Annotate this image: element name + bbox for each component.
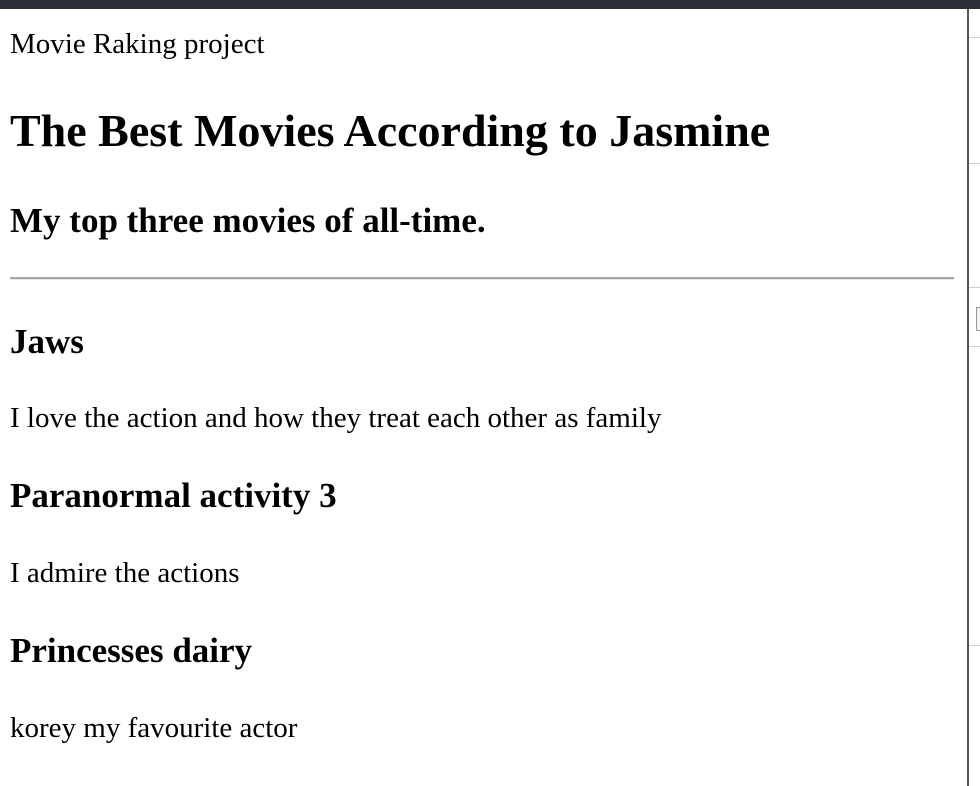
side-divider	[969, 287, 980, 288]
side-input-edge	[976, 307, 980, 331]
side-divider	[969, 37, 980, 38]
page-subheading: My top three movies of all-time.	[10, 201, 486, 240]
movie-note-3: korey my favourite actor	[10, 712, 298, 744]
movie-title-1: Jaws	[10, 322, 84, 361]
movie-note-1: I love the action and how they treat eac…	[10, 402, 662, 434]
movie-title-3: Princesses dairy	[10, 631, 253, 670]
movie-note-2: I admire the actions	[10, 557, 240, 589]
window-top-bar	[0, 0, 980, 9]
page-heading: The Best Movies According to Jasmine	[10, 105, 771, 156]
side-divider	[969, 645, 980, 646]
rendered-page: Movie Raking project The Best Movies Acc…	[0, 9, 967, 786]
side-divider	[969, 163, 980, 164]
site-title: Movie Raking project	[10, 28, 265, 60]
side-divider	[969, 346, 980, 347]
horizontal-rule	[10, 277, 954, 280]
side-pane-edge	[967, 9, 980, 786]
movie-title-2: Paranormal activity 3	[10, 476, 337, 515]
